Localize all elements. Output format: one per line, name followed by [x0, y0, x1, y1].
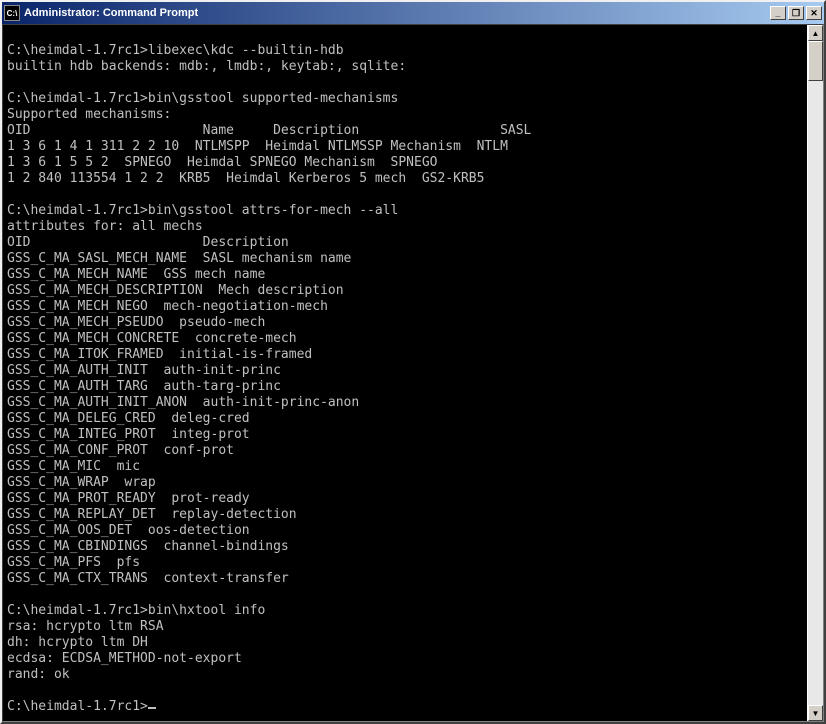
- terminal-line: GSS_C_MA_WRAP wrap: [7, 475, 156, 490]
- terminal-line: C:\heimdal-1.7rc1>libexec\kdc --builtin-…: [7, 43, 344, 58]
- scroll-up-button[interactable]: ▲: [808, 25, 823, 41]
- terminal-line: GSS_C_MA_MIC mic: [7, 459, 140, 474]
- terminal-line: GSS_C_MA_CONF_PROT conf-prot: [7, 443, 234, 458]
- terminal-line: GSS_C_MA_SASL_MECH_NAME SASL mechanism n…: [7, 251, 351, 266]
- terminal-line: dh: hcrypto ltm DH: [7, 635, 148, 650]
- terminal-line: GSS_C_MA_AUTH_TARG auth-targ-princ: [7, 379, 281, 394]
- terminal-line: C:\heimdal-1.7rc1>: [7, 699, 148, 714]
- app-icon: C:\: [4, 5, 20, 21]
- close-button[interactable]: ✕: [806, 6, 822, 20]
- terminal-line: GSS_C_MA_CBINDINGS channel-bindings: [7, 539, 289, 554]
- terminal-line: GSS_C_MA_PFS pfs: [7, 555, 140, 570]
- terminal-line: GSS_C_MA_INTEG_PROT integ-prot: [7, 427, 250, 442]
- terminal-line: 1 3 6 1 5 5 2 SPNEGO Heimdal SPNEGO Mech…: [7, 155, 437, 170]
- terminal-line: GSS_C_MA_MECH_NEGO mech-negotiation-mech: [7, 299, 328, 314]
- terminal-line: ecdsa: ECDSA_METHOD-not-export: [7, 651, 242, 666]
- terminal-line: builtin hdb backends: mdb:, lmdb:, keyta…: [7, 59, 406, 74]
- terminal-line: GSS_C_MA_ITOK_FRAMED initial-is-framed: [7, 347, 312, 362]
- terminal-line: GSS_C_MA_CTX_TRANS context-transfer: [7, 571, 289, 586]
- terminal-line: GSS_C_MA_AUTH_INIT_ANON auth-init-princ-…: [7, 395, 359, 410]
- terminal-line: GSS_C_MA_MECH_DESCRIPTION Mech descripti…: [7, 283, 344, 298]
- terminal-line: C:\heimdal-1.7rc1>bin\hxtool info: [7, 603, 265, 618]
- terminal-line: GSS_C_MA_MECH_CONCRETE concrete-mech: [7, 331, 297, 346]
- terminal-line: OID Name Description SASL: [7, 123, 531, 138]
- scroll-down-button[interactable]: ▼: [808, 705, 823, 721]
- terminal-line: C:\heimdal-1.7rc1>bin\gsstool attrs-for-…: [7, 203, 398, 218]
- command-prompt-window: C:\ Administrator: Command Prompt _ ❐ ✕ …: [0, 0, 826, 724]
- terminal-line: GSS_C_MA_AUTH_INIT auth-init-princ: [7, 363, 281, 378]
- window-controls: _ ❐ ✕: [770, 6, 822, 20]
- vertical-scrollbar[interactable]: ▲ ▼: [807, 25, 823, 721]
- scrollbar-thumb[interactable]: [808, 41, 823, 81]
- terminal-line: OID Description: [7, 235, 289, 250]
- terminal-line: GSS_C_MA_OOS_DET oos-detection: [7, 523, 250, 538]
- terminal-line: 1 2 840 113554 1 2 2 KRB5 Heimdal Kerber…: [7, 171, 484, 186]
- cursor: [148, 707, 156, 709]
- terminal-line: rand: ok: [7, 667, 70, 682]
- terminal-output[interactable]: C:\heimdal-1.7rc1>libexec\kdc --builtin-…: [3, 25, 807, 721]
- terminal-line: GSS_C_MA_MECH_PSEUDO pseudo-mech: [7, 315, 265, 330]
- terminal-line: GSS_C_MA_DELEG_CRED deleg-cred: [7, 411, 250, 426]
- terminal-line: Supported mechanisms:: [7, 107, 171, 122]
- scrollbar-track[interactable]: [808, 41, 823, 705]
- terminal-line: 1 3 6 1 4 1 311 2 2 10 NTLMSPP Heimdal N…: [7, 139, 508, 154]
- minimize-button[interactable]: _: [770, 6, 786, 20]
- titlebar[interactable]: C:\ Administrator: Command Prompt _ ❐ ✕: [2, 2, 824, 24]
- terminal-line: attributes for: all mechs: [7, 219, 203, 234]
- terminal-line: C:\heimdal-1.7rc1>bin\gsstool supported-…: [7, 91, 398, 106]
- client-area: C:\heimdal-1.7rc1>libexec\kdc --builtin-…: [2, 24, 824, 722]
- maximize-button[interactable]: ❐: [788, 6, 804, 20]
- terminal-line: GSS_C_MA_PROT_READY prot-ready: [7, 491, 250, 506]
- terminal-line: rsa: hcrypto ltm RSA: [7, 619, 164, 634]
- terminal-line: GSS_C_MA_MECH_NAME GSS mech name: [7, 267, 265, 282]
- window-title: Administrator: Command Prompt: [24, 7, 770, 19]
- terminal-line: GSS_C_MA_REPLAY_DET replay-detection: [7, 507, 297, 522]
